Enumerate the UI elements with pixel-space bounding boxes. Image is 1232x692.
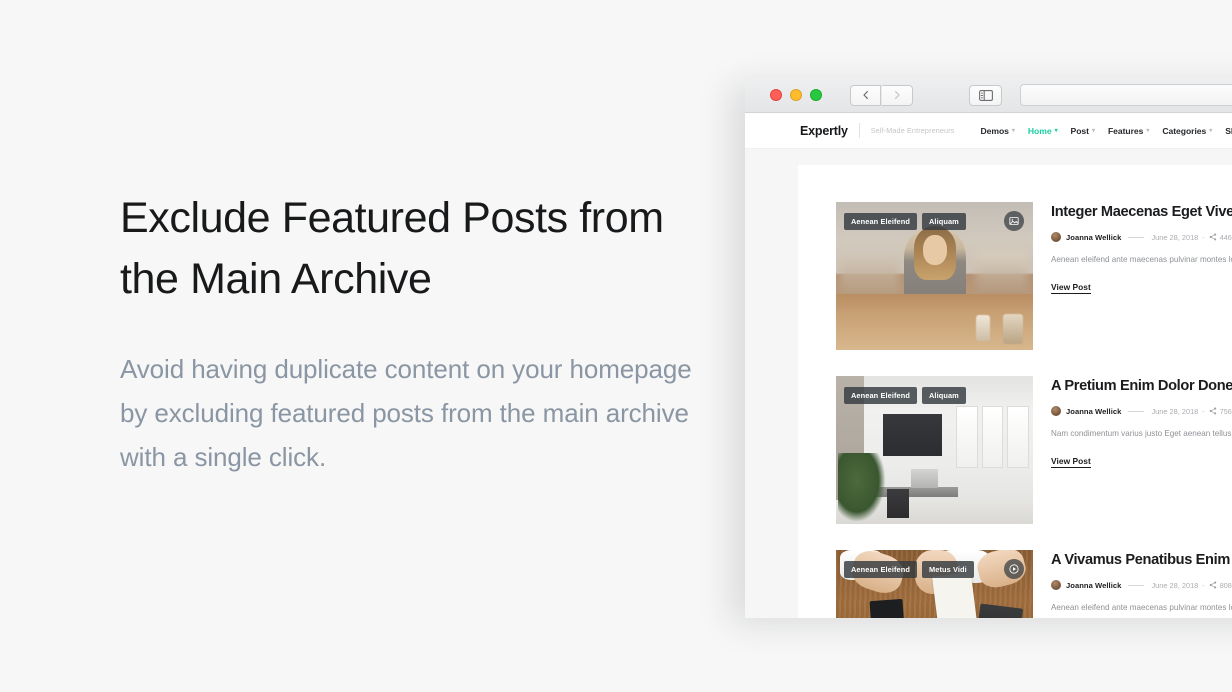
window-controls: [770, 89, 822, 101]
meta-divider: [1128, 236, 1145, 238]
post-title[interactable]: A Vivamus Penatibus Enim Sit Et Quam Vel…: [1051, 552, 1232, 569]
post-author[interactable]: Joanna Wellick: [1066, 581, 1121, 590]
maximize-window-icon[interactable]: [810, 89, 822, 101]
navigation-buttons: [850, 84, 913, 106]
view-post-link[interactable]: View Post: [1051, 456, 1091, 468]
category-badge[interactable]: Aenean Eleifend: [844, 561, 917, 578]
browser-window: Expertly Self-Made Entrepreneurs Demos ▾…: [745, 78, 1232, 618]
site-brand[interactable]: Expertly: [800, 124, 848, 138]
forward-button[interactable]: [882, 84, 913, 106]
post-date: June 28, 2018: [1151, 580, 1199, 590]
post-meta: Joanna Wellick June 28, 2018 -: [1051, 232, 1232, 242]
avatar: [1051, 580, 1061, 590]
nav-label: Post: [1070, 125, 1089, 136]
chevron-down-icon: ▾: [1146, 127, 1150, 134]
post-list-item: Aenean Eleifend Aliquam Integer Maecenas…: [836, 202, 1232, 350]
post-excerpt: Aenean eleifend ante maecenas pulvinar m…: [1051, 255, 1232, 264]
post-excerpt: Nam condimentum varius justo Eget aenean…: [1051, 429, 1232, 438]
share-icon: [1209, 581, 1216, 589]
chevron-right-icon: [894, 91, 900, 99]
post-body: Integer Maecenas Eget Viverra Joanna Wel…: [1033, 202, 1232, 350]
minimize-window-icon[interactable]: [790, 89, 802, 101]
post-shares: 808 shares: [1209, 581, 1232, 590]
nav-item-post[interactable]: Post ▾: [1071, 126, 1095, 136]
brand-divider: [858, 123, 860, 138]
gallery-glyph: [1009, 217, 1019, 225]
nav-label: Home: [1027, 125, 1052, 136]
close-window-icon[interactable]: [770, 89, 782, 101]
site-body: Aenean Eleifend Aliquam Integer Maecenas…: [745, 149, 1232, 618]
gallery-icon: [1004, 211, 1024, 231]
nav-label: Features: [1107, 125, 1144, 136]
post-category-badges: Aenean Eleifend Aliquam: [844, 213, 966, 230]
nav-label: Categories: [1162, 125, 1207, 136]
nav-item-categories[interactable]: Categories ▾: [1162, 126, 1212, 136]
play-icon: [1004, 559, 1024, 579]
nav-label: Demos: [980, 125, 1009, 136]
chevron-left-icon: [862, 91, 868, 99]
post-list-item: Aenean Eleifend Aliquam A Pretium Enim D…: [836, 376, 1232, 524]
share-icon: [1209, 407, 1216, 415]
nav-item-shop[interactable]: Shop ▾: [1225, 126, 1232, 136]
meta-separator: -: [1202, 580, 1205, 590]
post-category-badges: Aenean Eleifend Metus Vidi: [844, 561, 974, 578]
post-date: June 28, 2018: [1151, 232, 1199, 242]
play-glyph: [1009, 564, 1019, 574]
site-navigation: Demos ▾ Home ▾ Post ▾ Features ▾ Categor…: [981, 126, 1232, 136]
avatar: [1051, 232, 1061, 242]
site-tagline: Self-Made Entrepreneurs: [870, 126, 955, 135]
post-thumbnail[interactable]: Aenean Eleifend Aliquam: [836, 202, 1033, 350]
category-badge[interactable]: Metus Vidi: [922, 561, 974, 578]
promo-section: Exclude Featured Posts from the Main Arc…: [120, 188, 700, 479]
post-thumbnail[interactable]: Aenean Eleifend Aliquam: [836, 376, 1033, 524]
page-title: Exclude Featured Posts from the Main Arc…: [120, 194, 664, 303]
view-post-link[interactable]: View Post: [1051, 282, 1091, 294]
category-badge[interactable]: Aliquam: [922, 213, 966, 230]
avatar: [1051, 406, 1061, 416]
sidebar-icon: [978, 89, 993, 101]
share-count: 808 shares: [1219, 580, 1232, 590]
category-badge[interactable]: Aenean Eleifend: [844, 213, 917, 230]
back-button[interactable]: [850, 84, 881, 106]
category-badge[interactable]: Aenean Eleifend: [844, 387, 917, 404]
post-author[interactable]: Joanna Wellick: [1066, 407, 1121, 416]
post-shares: 756 shares: [1209, 407, 1232, 416]
share-count: 446 shares: [1219, 232, 1232, 242]
meta-divider: [1128, 584, 1145, 586]
site-header: Expertly Self-Made Entrepreneurs Demos ▾…: [745, 113, 1232, 149]
meta-separator: -: [1202, 232, 1205, 242]
chevron-down-icon: ▾: [1091, 127, 1095, 134]
nav-item-demos[interactable]: Demos ▾: [981, 126, 1015, 136]
promo-description: Avoid having duplicate content on your h…: [120, 354, 692, 472]
post-shares: 446 shares: [1209, 233, 1232, 242]
post-title[interactable]: Integer Maecenas Eget Viverra: [1051, 204, 1232, 221]
post-excerpt: Aenean eleifend ante maecenas pulvinar m…: [1051, 603, 1232, 612]
archive-content-card: Aenean Eleifend Aliquam Integer Maecenas…: [798, 165, 1232, 618]
post-list-item: Aenean Eleifend Metus Vidi A Vivamus Pen…: [836, 550, 1232, 618]
post-body: A Pretium Enim Dolor Donec Eu Venenatis …: [1033, 376, 1232, 524]
nav-item-features[interactable]: Features ▾: [1108, 126, 1149, 136]
post-meta: Joanna Wellick June 28, 2018 -: [1051, 406, 1232, 416]
chevron-down-icon: ▾: [1209, 127, 1213, 134]
nav-item-home[interactable]: Home ▾: [1028, 126, 1058, 136]
share-count: 756 shares: [1219, 406, 1232, 416]
chevron-down-icon: ▾: [1054, 127, 1058, 134]
meta-divider: [1128, 410, 1145, 412]
meta-separator: -: [1202, 406, 1205, 416]
nav-label: Shop: [1225, 125, 1232, 136]
post-category-badges: Aenean Eleifend Aliquam: [844, 387, 966, 404]
share-icon: [1209, 233, 1216, 241]
chevron-down-icon: ▾: [1011, 127, 1015, 134]
post-body: A Vivamus Penatibus Enim Sit Et Quam Vel…: [1033, 550, 1232, 618]
post-date: June 28, 2018: [1151, 406, 1199, 416]
post-author[interactable]: Joanna Wellick: [1066, 233, 1121, 242]
sidebar-toggle-button[interactable]: [969, 84, 1002, 106]
post-title[interactable]: A Pretium Enim Dolor Donec Eu Venenatis …: [1051, 378, 1232, 395]
browser-toolbar: [745, 78, 1232, 113]
address-bar-input[interactable]: [1020, 84, 1232, 106]
post-meta: Joanna Wellick June 28, 2018 -: [1051, 580, 1232, 590]
post-thumbnail[interactable]: Aenean Eleifend Metus Vidi: [836, 550, 1033, 618]
category-badge[interactable]: Aliquam: [922, 387, 966, 404]
